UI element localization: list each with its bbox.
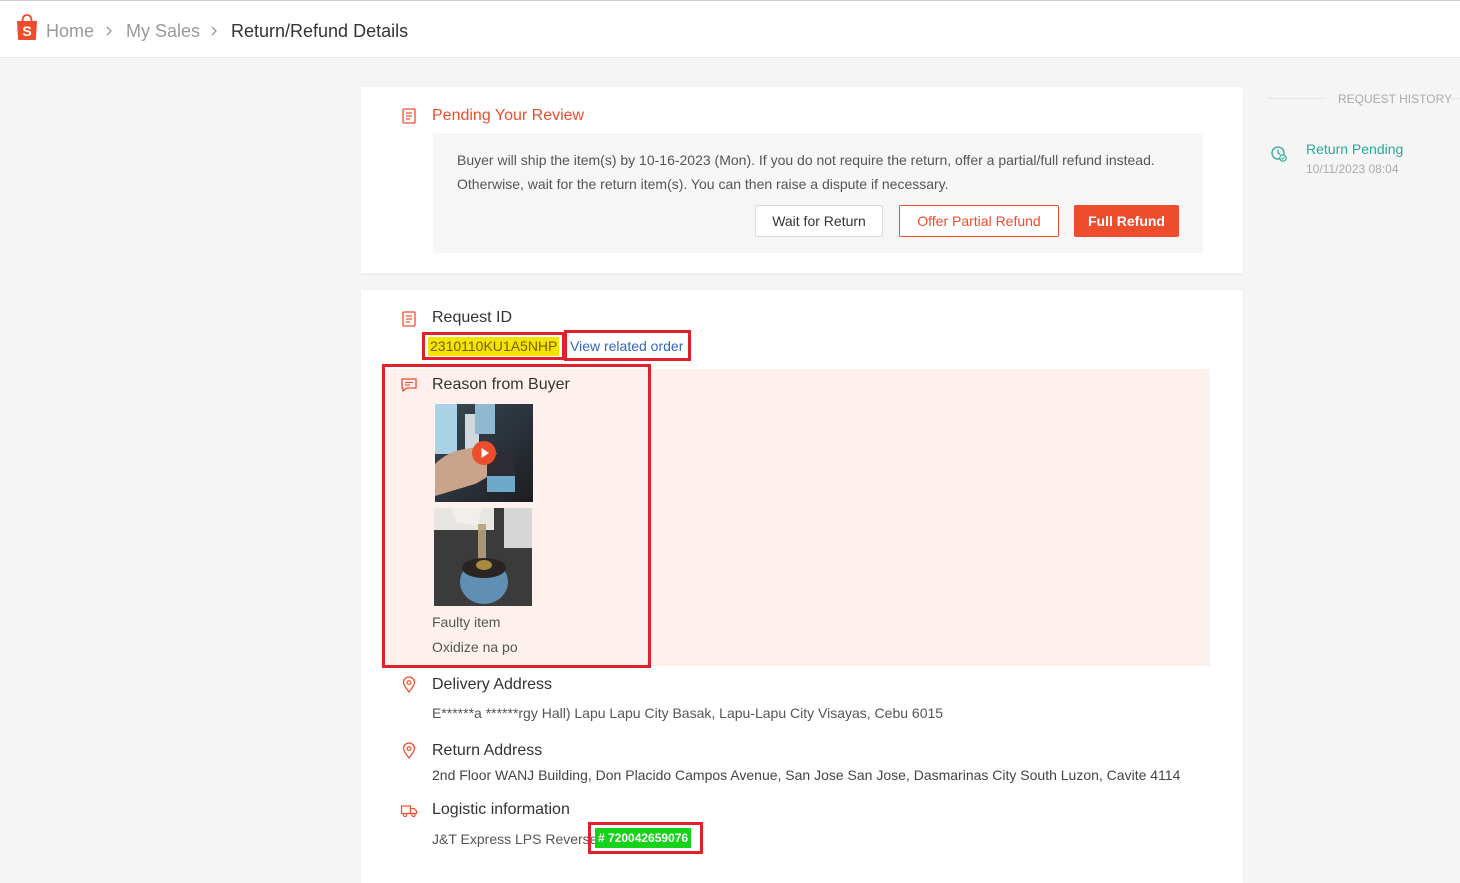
request-history-title: REQUEST HISTORY	[1338, 92, 1453, 106]
document-icon	[402, 311, 416, 327]
reason-text: Faulty item	[432, 614, 501, 630]
history-divider	[1268, 98, 1326, 99]
history-divider	[1450, 98, 1460, 99]
play-icon[interactable]	[472, 441, 496, 465]
review-title: Pending Your Review	[432, 107, 585, 124]
reason-note: Oxidize na po	[432, 639, 518, 655]
reason-image-thumbnail[interactable]	[434, 508, 532, 606]
location-pin-icon	[402, 676, 416, 694]
chevron-right-icon	[106, 26, 112, 36]
review-notice-box: Buyer will ship the item(s) by 10-16-202…	[433, 133, 1203, 253]
return-address-title: Return Address	[432, 742, 543, 759]
delivery-address-title: Delivery Address	[432, 676, 553, 693]
reason-title: Reason from Buyer	[432, 376, 570, 393]
truck-icon	[400, 805, 418, 818]
logistic-title: Logistic information	[432, 801, 570, 818]
top-bar: S Home My Sales Return/Refund Details	[0, 0, 1460, 58]
chat-icon	[401, 378, 417, 392]
history-time: 10/11/2023 08:04	[1306, 162, 1399, 176]
location-pin-icon	[402, 742, 416, 760]
return-address-text: 2nd Floor WANJ Building, Don Placido Cam…	[432, 767, 1181, 783]
svg-text:S: S	[22, 23, 31, 39]
wait-for-return-button[interactable]: Wait for Return	[755, 205, 883, 237]
history-icon	[1271, 146, 1287, 162]
delivery-address-text: E******a ******rgy Hall) Lapu Lapu City …	[432, 705, 944, 721]
request-id-value: 2310110KU1A5NHP	[428, 337, 560, 356]
carrier-name: J&T Express LPS Reverse	[432, 831, 598, 847]
return-details-card: Request ID 2310110KU1A5NHP View related …	[361, 290, 1243, 883]
breadcrumb-home[interactable]: Home	[46, 20, 94, 42]
pending-review-card: Pending Your Review Buyer will ship the …	[361, 87, 1243, 273]
document-icon	[402, 108, 416, 124]
breadcrumb-current: Return/Refund Details	[231, 21, 409, 41]
history-status: Return Pending	[1306, 141, 1404, 157]
product-photo	[434, 508, 532, 606]
tracking-number[interactable]: # 720042659076	[595, 828, 692, 848]
reason-video-thumbnail[interactable]	[435, 404, 533, 502]
breadcrumb-my-sales[interactable]: My Sales	[126, 20, 200, 42]
offer-partial-refund-button[interactable]: Offer Partial Refund	[899, 205, 1059, 237]
full-refund-button[interactable]: Full Refund	[1074, 205, 1179, 237]
shopee-bag-icon[interactable]: S	[15, 13, 39, 41]
review-notice-line-1: Buyer will ship the item(s) by 10-16-202…	[457, 152, 1155, 168]
chevron-right-icon	[211, 26, 217, 36]
view-related-order-link[interactable]: View related order	[570, 338, 683, 354]
request-id-title: Request ID	[432, 309, 513, 326]
review-notice-line-2: Otherwise, wait for the return item(s). …	[457, 176, 949, 192]
